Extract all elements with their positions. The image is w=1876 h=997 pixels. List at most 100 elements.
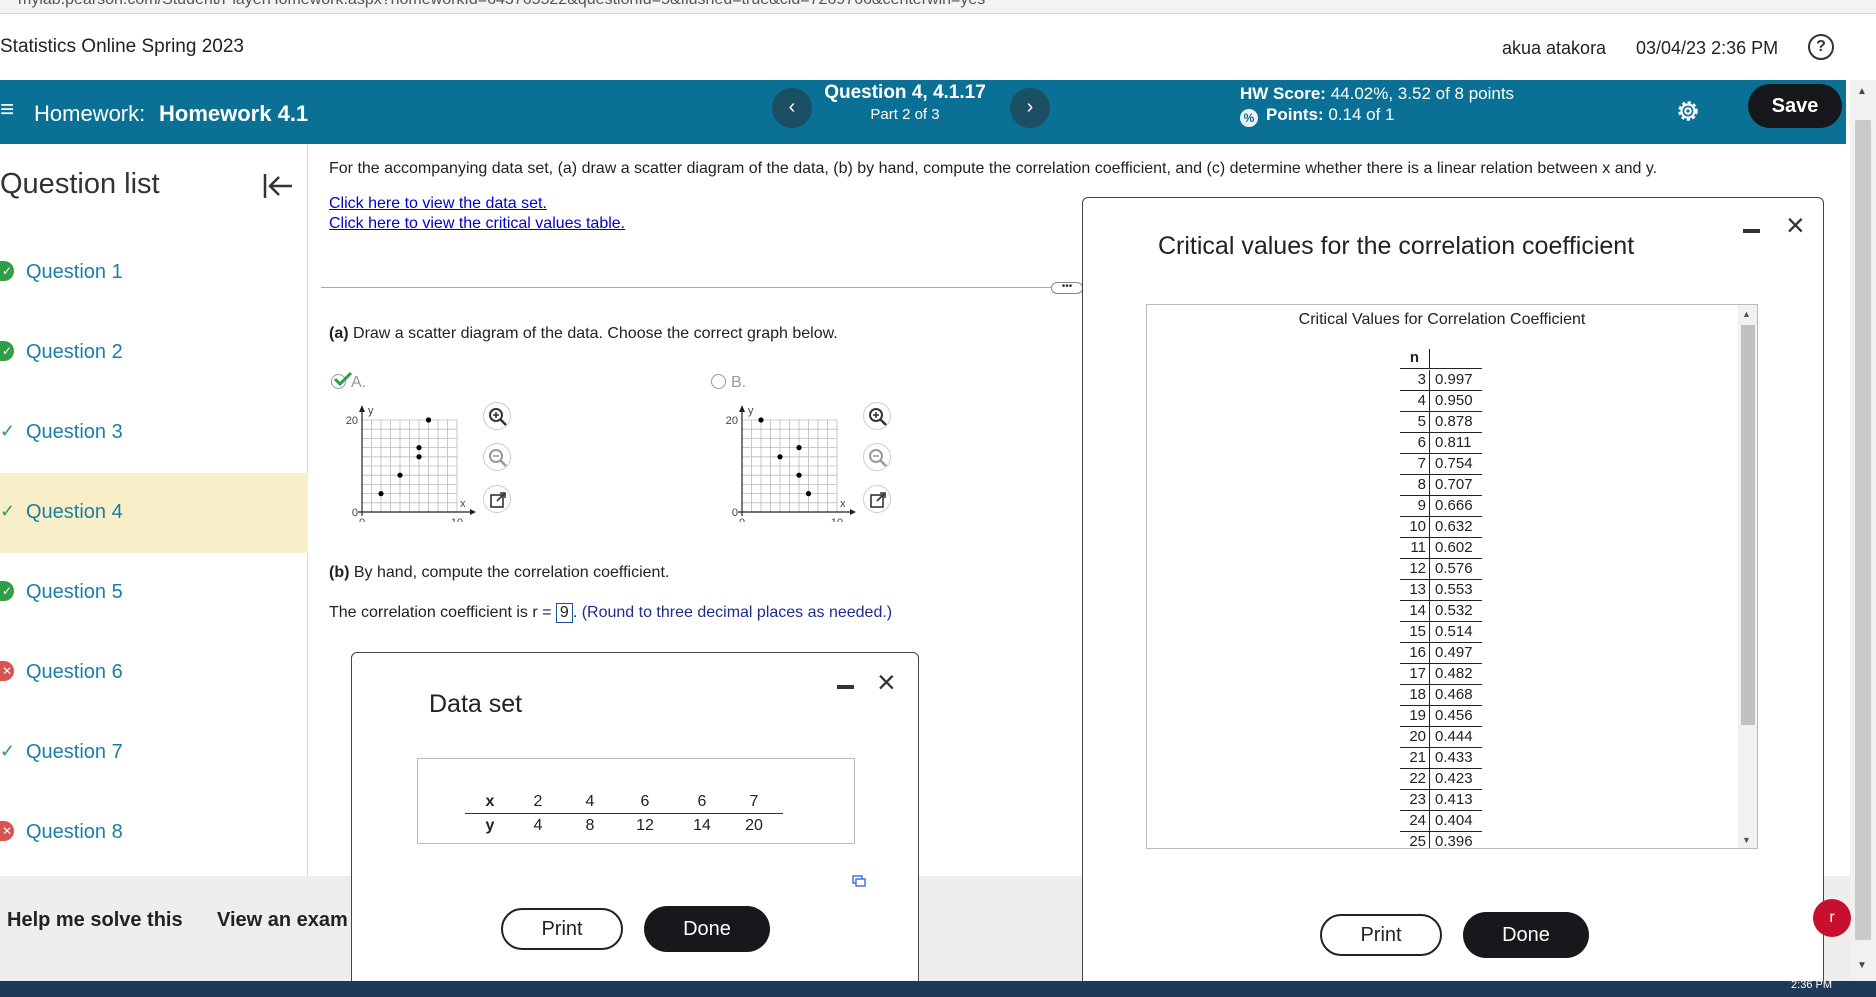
scatter-point xyxy=(425,417,432,423)
critical-value-cell: 0.532 xyxy=(1430,601,1482,622)
points-label: Points: xyxy=(1266,105,1324,124)
minimize-icon[interactable] xyxy=(1743,229,1760,233)
save-button[interactable]: Save xyxy=(1748,84,1842,128)
critical-value-cell: 0.997 xyxy=(1430,370,1482,391)
enlarge-a-button[interactable] xyxy=(483,485,511,513)
option-b-label[interactable]: B. xyxy=(711,374,746,392)
scroll-up-icon[interactable]: ▲ xyxy=(1742,309,1751,319)
critical-value-cell: 0.423 xyxy=(1430,769,1482,790)
points-value: 0.14 of 1 xyxy=(1328,105,1395,124)
zoom-in-a-button[interactable] xyxy=(483,402,511,430)
critical-n-cell: 23 xyxy=(1400,790,1430,811)
question-list-item[interactable]: ✓ Question 1 xyxy=(0,233,308,313)
close-icon[interactable]: × xyxy=(1786,209,1805,241)
gear-icon[interactable] xyxy=(1675,98,1701,124)
course-header: Statistics Online Spring 2023 akua atako… xyxy=(0,14,1876,80)
question-list-item[interactable]: ✓ Question 4 xyxy=(0,473,308,553)
critical-done-button[interactable]: Done xyxy=(1463,912,1589,958)
help-icon[interactable]: ? xyxy=(1808,34,1834,60)
course-title: Statistics Online Spring 2023 xyxy=(0,36,244,57)
scatter-point xyxy=(796,472,802,478)
critical-values-dialog: Critical values for the correlation coef… xyxy=(1082,197,1824,997)
critical-value-cell: 0.754 xyxy=(1430,454,1482,475)
question-prompt: For the accompanying data set, (a) draw … xyxy=(329,160,1658,177)
question-list-item[interactable]: ✓ Question 5 xyxy=(0,553,308,633)
help-me-solve-button[interactable]: Help me solve this xyxy=(7,909,183,932)
question-list-label: Question 5 xyxy=(26,581,123,603)
option-b-radio[interactable] xyxy=(711,374,726,389)
partial-status-icon: ✓ xyxy=(0,741,16,761)
scroll-up-icon[interactable]: ▲ xyxy=(1857,86,1867,97)
collapse-sidebar-icon[interactable] xyxy=(262,172,294,200)
question-number: Question 4, 4.1.17 xyxy=(824,82,986,103)
browser-url-bar[interactable]: mylab.pearson.com/Student/PlayerHomework… xyxy=(0,0,1876,14)
zoom-out-icon xyxy=(489,449,507,467)
zoom-out-b-button[interactable] xyxy=(863,443,891,471)
question-list-item[interactable]: ✓ Question 2 xyxy=(0,313,308,393)
data-y-cell: 8 xyxy=(585,817,595,834)
critical-value-cell: 0.811 xyxy=(1430,433,1482,454)
next-question-button[interactable]: › xyxy=(1010,88,1050,128)
menu-icon[interactable]: ≡ xyxy=(0,96,14,124)
more-button[interactable]: ••• xyxy=(1051,282,1083,294)
critical-values-table-box: Critical Values for Correlation Coeffici… xyxy=(1146,304,1758,849)
part-a-label: (a) xyxy=(329,325,349,342)
page-scrollbar[interactable]: ▲ ▼ xyxy=(1850,80,1876,977)
question-list-item[interactable]: ✕ Question 8 xyxy=(0,793,308,873)
scatter-point xyxy=(777,454,783,460)
view-critical-values-link[interactable]: Click here to view the critical values t… xyxy=(329,215,625,233)
page-scrollbar-thumb[interactable] xyxy=(1855,120,1871,940)
minimize-icon[interactable] xyxy=(837,685,854,689)
part-b-text: By hand, compute the correlation coeffic… xyxy=(349,564,670,581)
data-set-done-button[interactable]: Done xyxy=(644,906,770,952)
data-y-cell: 20 xyxy=(745,817,763,834)
scatter-point xyxy=(416,445,422,451)
critical-value-cell: 0.413 xyxy=(1430,790,1482,811)
critical-print-button[interactable]: Print xyxy=(1320,914,1442,956)
y-axis-arrow xyxy=(359,405,365,412)
data-set-print-button[interactable]: Print xyxy=(501,908,623,950)
view-data-set-link[interactable]: Click here to view the data set. xyxy=(329,195,547,213)
points: % Points: 0.14 of 1 xyxy=(1240,105,1395,127)
critical-value-cell: 0.404 xyxy=(1430,811,1482,832)
copy-icon[interactable] xyxy=(852,875,866,887)
critical-n-cell: 17 xyxy=(1400,664,1430,685)
previous-question-button[interactable]: ‹ xyxy=(772,88,812,128)
url-text: mylab.pearson.com/Student/PlayerHomework… xyxy=(18,0,985,9)
critical-value-cell: 0.468 xyxy=(1430,685,1482,706)
x-axis-arrow xyxy=(850,509,856,515)
scatter-point xyxy=(758,417,764,423)
scroll-down-icon[interactable]: ▼ xyxy=(1857,960,1867,971)
correlation-input[interactable]: 9 xyxy=(555,603,573,623)
zoom-in-b-button[interactable] xyxy=(863,402,891,430)
data-set-title: Data set xyxy=(429,690,523,718)
homework-label: Homework: xyxy=(34,101,146,126)
data-set-table: x y 2 4 6 6 7 4 8 12 14 20 xyxy=(417,758,866,887)
user-name[interactable]: akua atakora xyxy=(1502,38,1606,59)
view-example-button[interactable]: View an exam xyxy=(217,909,348,932)
scrollbar-thumb[interactable] xyxy=(1741,325,1755,725)
question-list-title: Question list xyxy=(0,168,160,200)
critical-n-cell: 10 xyxy=(1400,517,1430,538)
chat-widget-icon[interactable]: r xyxy=(1813,899,1851,937)
taskbar-time: 2:36 PM xyxy=(1791,979,1832,991)
scatter-graph-a[interactable]: y x 20 00 10 xyxy=(338,402,478,522)
zoom-in-icon xyxy=(489,408,507,426)
table-scrollbar[interactable]: ▲ ▼ xyxy=(1738,305,1757,848)
data-table-rule xyxy=(465,813,783,814)
scroll-down-icon[interactable]: ▼ xyxy=(1742,835,1751,845)
scatter-graph-b[interactable]: y x 20 00 10 xyxy=(718,402,858,522)
zoom-out-a-button[interactable] xyxy=(483,443,511,471)
x-tick-label: 0 xyxy=(739,517,745,522)
enlarge-b-button[interactable] xyxy=(863,485,891,513)
question-list-item[interactable]: ✕ Question 6 xyxy=(0,633,308,713)
critical-n-cell: 16 xyxy=(1400,643,1430,664)
x-axis-arrow xyxy=(470,509,476,515)
close-icon[interactable]: × xyxy=(877,666,896,698)
question-part: Part 2 of 3 xyxy=(870,106,940,123)
question-list-item[interactable]: ✓ Question 7 xyxy=(0,713,308,793)
critical-n-cell: 6 xyxy=(1400,433,1430,454)
correct-status-icon: ✓ xyxy=(0,581,14,601)
question-list-item[interactable]: ✓ Question 3 xyxy=(0,393,308,473)
scatter-point xyxy=(796,445,802,451)
